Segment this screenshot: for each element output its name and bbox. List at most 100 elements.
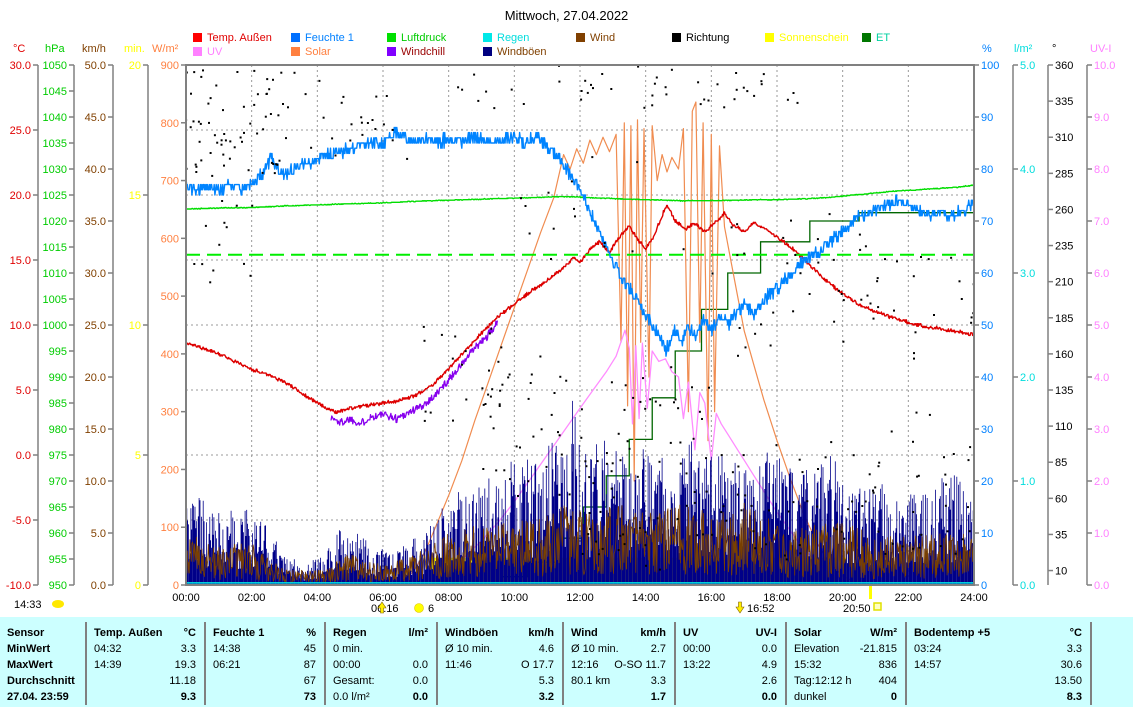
table-row: dunkel 0 <box>794 691 897 703</box>
svg-text:5.0: 5.0 <box>1020 60 1035 72</box>
moon-icon <box>52 600 64 608</box>
svg-text:950: 950 <box>49 580 67 592</box>
svg-text:0.0: 0.0 <box>16 450 31 462</box>
table-column-temp-au-en: Temp. Außen °C 04:32 3.3 14:39 19.3 11.18 9.3 <box>85 622 204 705</box>
svg-text:985: 985 <box>49 398 67 410</box>
svg-text:35.0: 35.0 <box>85 216 106 228</box>
svg-text:800: 800 <box>161 118 179 130</box>
table-row: 5.3 <box>538 675 554 687</box>
svg-text:1030: 1030 <box>43 164 67 176</box>
svg-text:90: 90 <box>981 112 993 124</box>
legend-item-luftdruck: Luftdruck <box>387 32 446 44</box>
svg-text:45.0: 45.0 <box>85 112 106 124</box>
legend-label: Solar <box>305 46 331 58</box>
svg-text:50.0: 50.0 <box>85 60 106 72</box>
legend-item-wind: Wind <box>576 32 615 44</box>
page-title: Mittwoch, 27.04.2022 <box>504 8 629 23</box>
axis-temp: °C 30.0 25.0 20.0 15.0 10.0 5.0 0.0 -5.0 -10.0 <box>6 43 39 592</box>
legend-item-windchill: Windchill <box>387 46 445 58</box>
series-windboeen <box>185 400 975 585</box>
row-label: 27.04. 23:59 <box>7 691 69 703</box>
svg-text:15: 15 <box>129 190 141 202</box>
chart-plot-area[interactable]: °C 30.0 25.0 20.0 15.0 10.0 5.0 0.0 -5.0 -10.0 hPa… <box>0 0 1133 617</box>
table-row: 3.2 <box>538 691 554 703</box>
table-row: Tag:12:12 h 404 <box>794 675 897 687</box>
svg-text:35: 35 <box>1055 529 1067 541</box>
svg-text:8.0: 8.0 <box>1094 164 1109 176</box>
svg-text:00:00: 00:00 <box>172 592 200 604</box>
svg-text:10: 10 <box>981 528 993 540</box>
column-header: Solar W/m² <box>794 627 897 639</box>
luftdruck-swatch-icon <box>387 33 396 42</box>
svg-text:1015: 1015 <box>43 242 67 254</box>
svg-text:970: 970 <box>49 476 67 488</box>
legend-item-sonnenschein: Sonnenschein <box>765 32 849 44</box>
annotation-time: 16:52 <box>747 603 775 615</box>
table-row-labels: Sensor MinWert MaxWert Durchschnitt 27.04. 2… <box>0 617 85 707</box>
svg-text:955: 955 <box>49 554 67 566</box>
svg-text:1040: 1040 <box>43 112 67 124</box>
svg-text:80: 80 <box>981 164 993 176</box>
axis-title: % <box>982 43 992 55</box>
svg-text:15.0: 15.0 <box>10 255 31 267</box>
svg-text:0.0: 0.0 <box>1094 580 1109 592</box>
legend-label: Temp. Außen <box>207 32 272 44</box>
row-label: MinWert <box>7 643 51 655</box>
svg-text:0.0: 0.0 <box>1020 580 1035 592</box>
svg-text:25.0: 25.0 <box>10 125 31 137</box>
svg-text:3.0: 3.0 <box>1094 424 1109 436</box>
table-row: 0.0 l/m² 0.0 <box>333 691 428 703</box>
svg-text:-10.0: -10.0 <box>6 580 31 592</box>
svg-text:135: 135 <box>1055 385 1073 397</box>
axis-title: °C <box>13 43 25 55</box>
moonset-arrow-icon <box>735 601 745 614</box>
legend-item-solar: Solar <box>291 46 331 58</box>
svg-text:960: 960 <box>49 528 67 540</box>
svg-text:30.0: 30.0 <box>10 60 31 72</box>
axis-title: W/m² <box>152 43 179 55</box>
svg-text:335: 335 <box>1055 96 1073 108</box>
svg-text:50: 50 <box>981 320 993 332</box>
legend-item-et: ET <box>862 32 890 44</box>
legend-label: Luftdruck <box>401 32 447 44</box>
sun-icon <box>414 603 424 613</box>
axis-title: ° <box>1052 43 1056 55</box>
svg-text:965: 965 <box>49 502 67 514</box>
svg-text:200: 200 <box>161 464 179 476</box>
table-row: 14:57 30.6 <box>914 659 1082 671</box>
svg-text:20: 20 <box>981 476 993 488</box>
summary-table: Sensor MinWert MaxWert Durchschnitt 27.04. 2… <box>0 617 1133 707</box>
table-row: 8.3 <box>1066 691 1082 703</box>
legend-label: Windböen <box>497 46 547 58</box>
table-row: Ø 10 min. 2.7 <box>571 643 666 655</box>
legend-item-feuchte-1: Feuchte 1 <box>291 32 354 44</box>
column-header: Bodentemp +5 °C <box>914 627 1082 639</box>
svg-text:300: 300 <box>161 407 179 419</box>
svg-text:25.0: 25.0 <box>85 320 106 332</box>
sunset-tick <box>869 586 872 599</box>
table-row: 1.7 <box>650 691 666 703</box>
column-header: Windböen km/h <box>445 627 554 639</box>
svg-text:30: 30 <box>981 424 993 436</box>
table-column-solar: Solar W/m² Elevation -21.815 15:32 836 Tag:12:… <box>785 622 905 705</box>
axis-hum: %1009080706050403020100 <box>973 43 999 592</box>
svg-text:20.0: 20.0 <box>10 190 31 202</box>
series-windchill <box>330 320 498 426</box>
svg-text:0: 0 <box>173 580 179 592</box>
axis-kmh: km/h 50.0 45.0 40.0 35.0 30.0 25.0 20.0 15.0 10.0… <box>82 43 114 592</box>
svg-text:22:00: 22:00 <box>895 592 923 604</box>
svg-text:285: 285 <box>1055 168 1073 180</box>
table-row: 13.50 <box>1054 675 1082 687</box>
svg-text:1025: 1025 <box>43 190 67 202</box>
svg-text:60: 60 <box>981 268 993 280</box>
windchill-swatch-icon <box>387 47 396 56</box>
table-row: 11:46 O 17.7 <box>445 659 554 671</box>
svg-text:4.0: 4.0 <box>1094 372 1109 384</box>
svg-text:990: 990 <box>49 372 67 384</box>
svg-text:1010: 1010 <box>43 268 67 280</box>
table-row: 13:22 4.9 <box>683 659 777 671</box>
table-row: Gesamt: 0.0 <box>333 675 428 687</box>
uv-swatch-icon <box>193 47 202 56</box>
column-header: Regen l/m² <box>333 627 428 639</box>
legend-label: Richtung <box>686 32 730 44</box>
